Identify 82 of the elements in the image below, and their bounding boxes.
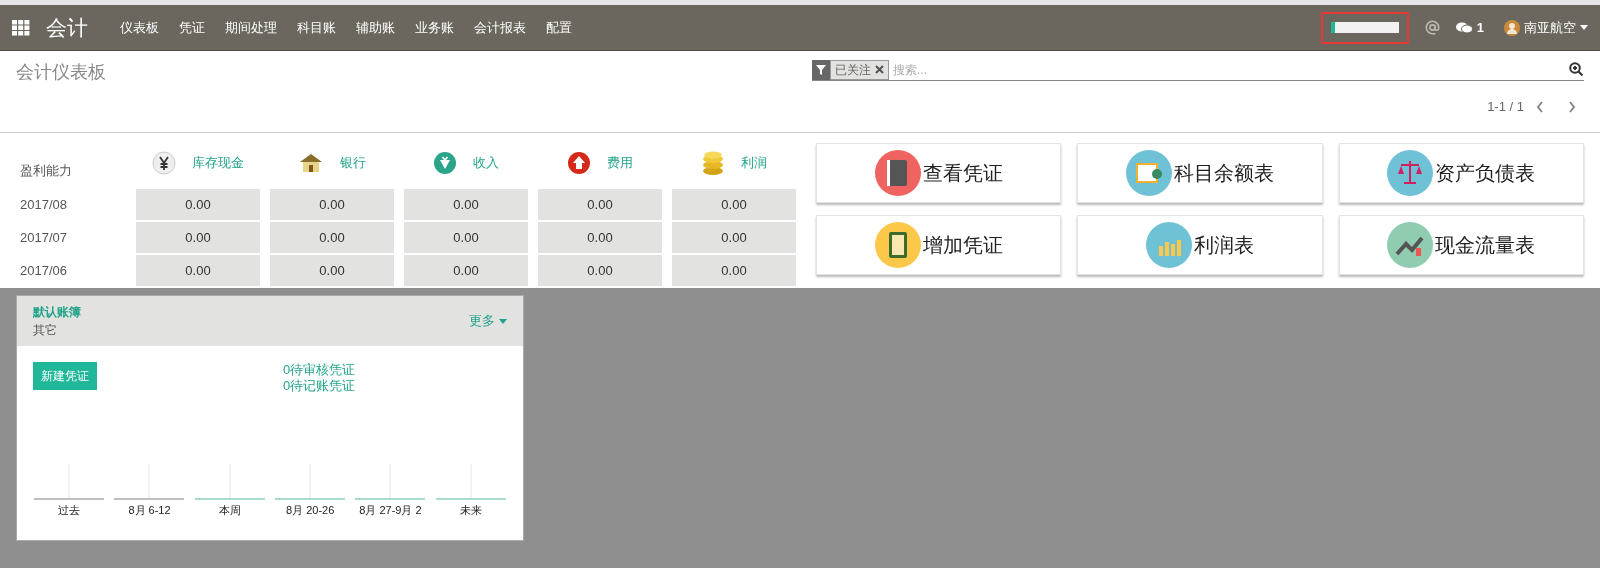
bar-chart-column (435, 463, 506, 500)
coin-stack-icon (701, 150, 725, 176)
search-input[interactable]: 搜索... (889, 60, 1569, 79)
pending-link[interactable]: 0待审核凭证 (283, 362, 356, 378)
menu-item[interactable]: 辅助账 (356, 17, 395, 38)
user-menu[interactable]: 南亚航空 (1524, 17, 1588, 38)
menu-item[interactable]: 配置 (546, 17, 572, 38)
mention-icon[interactable] (1424, 20, 1440, 35)
bar-chart-column (194, 463, 265, 500)
value-cell: 0.00 (672, 189, 796, 220)
caret-icon (499, 318, 507, 324)
table-title: 盈利能力 (20, 162, 73, 181)
house-icon (298, 151, 324, 175)
column-header: 费用 (607, 154, 633, 173)
value-cell: 0.00 (136, 189, 260, 220)
breadcrumb-title: 会计仪表板 (16, 61, 107, 84)
menu-item[interactable]: 业务账 (415, 17, 454, 38)
yen-coin-icon (152, 151, 176, 175)
next-icon[interactable] (1568, 100, 1576, 113)
value-cell: 0.00 (404, 189, 528, 220)
column-header: 银行 (340, 154, 366, 173)
value-cell: 0.00 (538, 222, 662, 253)
card-subtitle: 其它 (33, 322, 58, 339)
value-cell: 0.00 (672, 255, 796, 286)
column-header: 利润 (741, 154, 767, 173)
filter-icon (812, 59, 830, 80)
period-label: 2017/07 (20, 228, 68, 247)
caret-icon (1580, 25, 1588, 30)
close-icon[interactable] (875, 65, 884, 74)
menu-item[interactable]: 期间处理 (225, 17, 277, 38)
value-cell: 0.00 (404, 222, 528, 253)
period-axis-label: 8月 27-9月 2 (359, 502, 422, 518)
value-cell: 0.00 (404, 255, 528, 286)
filter-facet: 已关注 (830, 59, 889, 80)
scales-icon (1387, 150, 1434, 196)
value-cell: 0.00 (136, 255, 260, 286)
shortcut-button[interactable]: 资产负债表 (1338, 143, 1584, 203)
value-cell: 0.00 (136, 222, 260, 253)
certificate-icon (1126, 150, 1172, 196)
menu-item[interactable]: 凭证 (179, 17, 205, 38)
shortcut-button[interactable]: 科目余额表 (1077, 143, 1323, 203)
column-header: 收入 (473, 154, 499, 173)
value-cell: 0.00 (270, 255, 394, 286)
period-axis-label: 8月 6-12 (128, 502, 171, 518)
period-axis-label: 未来 (459, 502, 482, 518)
value-cell: 0.00 (538, 255, 662, 286)
bar-chart-column (275, 463, 346, 500)
menu-item[interactable]: 仪表板 (120, 17, 159, 38)
bar-chart-column (355, 463, 426, 500)
period-axis-label: 过去 (58, 502, 81, 518)
shortcut-button[interactable]: 利润表 (1077, 215, 1323, 275)
pager-text: 1-1 / 1 (1487, 98, 1524, 116)
app-grid-icon[interactable] (12, 19, 30, 36)
period-label: 2017/06 (20, 261, 68, 280)
value-cell: 0.00 (538, 189, 662, 220)
period-label: 2017/08 (20, 195, 68, 214)
bar-chart-column (34, 463, 105, 500)
calculator-icon (874, 222, 921, 268)
trend-chart-icon (1387, 222, 1434, 268)
chat-bubbles-icon[interactable] (1455, 20, 1473, 35)
value-cell: 0.00 (270, 222, 394, 253)
progress-bar (1330, 22, 1399, 33)
shortcut-button[interactable]: 现金流量表 (1338, 215, 1584, 275)
period-axis-label: 本周 (218, 502, 241, 518)
menu-item[interactable]: 会计报表 (474, 17, 526, 38)
value-cell: 0.00 (270, 189, 394, 220)
period-axis-label: 8月 20-26 (286, 502, 335, 518)
bar-chart-icon (1146, 222, 1192, 268)
value-cell: 0.00 (672, 222, 796, 253)
notebook-icon (874, 150, 921, 196)
search-icon[interactable] (1569, 62, 1584, 77)
column-header: 库存现金 (192, 154, 244, 173)
shortcut-button[interactable]: 增加凭证 (816, 215, 1062, 275)
shortcut-button[interactable]: 查看凭证 (816, 143, 1062, 203)
pending-link[interactable]: 0待记账凭证 (283, 378, 356, 394)
bar-chart-column (114, 463, 185, 500)
menu-item[interactable]: 科目账 (297, 17, 336, 38)
message-count[interactable]: 1 (1476, 17, 1484, 38)
app-title: 会计 (46, 14, 88, 41)
avatar-icon (1504, 19, 1520, 36)
search-field[interactable]: 已关注 搜索... (812, 59, 1584, 81)
previous-icon[interactable] (1536, 100, 1544, 113)
